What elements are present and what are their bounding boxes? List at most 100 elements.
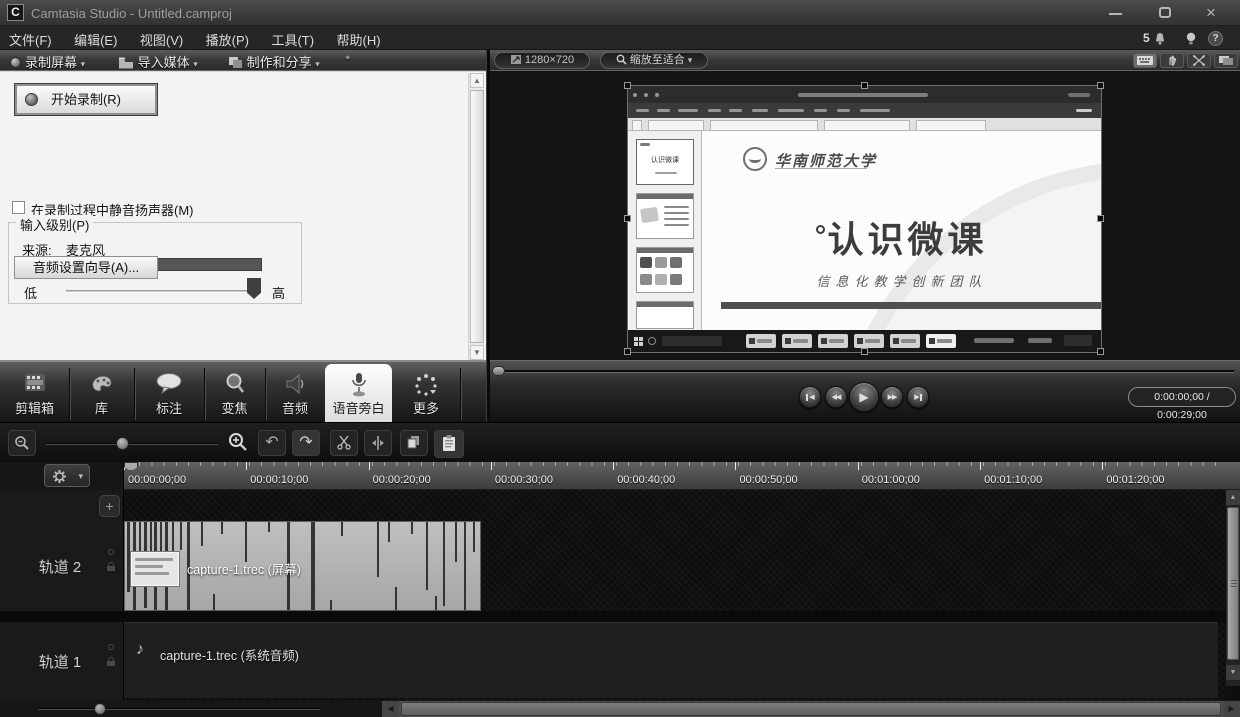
scroll-thumb[interactable] [470, 90, 484, 343]
screen-menu-row [628, 103, 1101, 118]
scroll-thumb[interactable] [1227, 507, 1239, 660]
rewind-button[interactable]: ◀◀ [825, 386, 847, 408]
handle-bottom-mid[interactable] [861, 348, 868, 355]
scroll-up-button[interactable]: ▲ [1226, 490, 1240, 505]
undo-button[interactable]: ↶ [258, 430, 286, 456]
track-2-lock-icon[interactable] [106, 562, 116, 571]
recorded-screen[interactable]: 认识微课 华南师范大学 认识微课 信息化教学创新团队 [627, 85, 1102, 353]
canvas-dimensions-field[interactable]: 1280×720 [494, 52, 590, 69]
handle-bottom-right[interactable] [1097, 348, 1104, 355]
folder-icon [119, 57, 133, 69]
detach-canvas-button[interactable] [1214, 53, 1238, 68]
input-level-legend: 输入级别(P) [16, 215, 94, 234]
ruler-label: 00:01:10;00 [980, 462, 1103, 489]
add-track-button[interactable]: + [99, 495, 120, 517]
start-record-button[interactable]: 开始录制(R) [14, 83, 158, 116]
panel-scrollbar[interactable]: ▲ ▼ [468, 73, 484, 360]
timeline-ruler[interactable]: 00:00:00;00 00:00:10;00 00:00:20;00 00:0… [124, 462, 1240, 490]
scrubber-track[interactable] [496, 370, 1234, 373]
tab-library[interactable]: 库 [69, 364, 134, 424]
audio-wizard-button[interactable]: 音频设置向导(A)... [14, 256, 158, 279]
paste-button[interactable] [434, 430, 464, 458]
handle-mid-left[interactable] [624, 215, 631, 222]
tab-clip-bin[interactable]: 剪辑箱 [0, 364, 69, 424]
track-1-visibility-icon[interactable] [106, 643, 116, 652]
track-2-clip[interactable]: capture-1.trec (屏幕) [124, 521, 481, 611]
slide-thumb-2[interactable] [636, 193, 694, 239]
handle-mid-right[interactable] [1097, 215, 1104, 222]
title-bar: C Camtasia Studio - Untitled.camproj × [0, 0, 1240, 26]
scroll-down-button[interactable]: ▼ [470, 345, 484, 360]
timeline-vertical-scrollbar[interactable]: ▲ ▼ [1226, 490, 1240, 686]
cut-button[interactable] [330, 430, 358, 456]
handle-top-left[interactable] [624, 82, 631, 89]
handle-top-mid[interactable] [861, 82, 868, 89]
produce-share-button[interactable]: 制作和分享 ▾ [228, 52, 320, 70]
menu-help[interactable]: 帮助(H) [328, 26, 390, 49]
lightbulb-icon[interactable] [1184, 31, 1198, 46]
ruler-label: 00:00:10;00 [246, 462, 369, 489]
handle-bottom-left[interactable] [624, 348, 631, 355]
previous-frame-button[interactable]: ◀ [799, 386, 821, 408]
close-button[interactable]: × [1196, 0, 1226, 24]
menu-file[interactable]: 文件(F) [0, 26, 61, 49]
timeline-zoom-slider-handle[interactable] [116, 437, 129, 450]
scroll-up-button[interactable]: ▲ [470, 73, 484, 88]
clip-thumbnail [131, 552, 179, 586]
crop-button[interactable] [1187, 53, 1211, 68]
help-icon[interactable]: ? [1208, 31, 1223, 46]
track-1-name: 轨道 1 [38, 654, 82, 671]
toolbar-overflow-dot[interactable]: ● [345, 52, 350, 69]
track-1-clip-label: capture-1.trec (系统音频) [160, 649, 299, 663]
copy-button[interactable] [400, 430, 428, 456]
track-separator [0, 611, 1240, 622]
tab-zoom[interactable]: 变焦 [204, 364, 265, 424]
maximize-button[interactable] [1150, 0, 1180, 24]
menu-edit[interactable]: 编辑(E) [65, 26, 126, 49]
scroll-thumb[interactable] [401, 702, 1221, 716]
timeline-horizontal-scrollbar[interactable]: ◀ ▶ [382, 701, 1240, 717]
canvas-grid-button[interactable] [1133, 53, 1157, 68]
track-2-visibility-icon[interactable] [106, 548, 116, 557]
menu-play[interactable]: 播放(P) [197, 26, 258, 49]
scrubber-handle[interactable] [492, 366, 505, 376]
import-media-button[interactable]: 导入媒体 ▾ [118, 52, 198, 70]
minimize-button[interactable] [1100, 0, 1130, 24]
mute-speaker-checkbox[interactable] [12, 201, 25, 214]
scroll-right-button[interactable]: ▶ [1223, 701, 1240, 717]
slide-thumb-3[interactable] [636, 247, 694, 293]
tab-callouts[interactable]: 标注 [134, 364, 204, 424]
forward-button[interactable]: ▶▶ [881, 386, 903, 408]
zoom-mode-dropdown[interactable]: 缩放至适合 ▾ [600, 52, 708, 69]
split-button[interactable] [364, 430, 392, 456]
tab-more[interactable]: 更多 [392, 364, 460, 424]
track-1-clip[interactable]: ♪ capture-1.trec (系统音频) [124, 622, 1218, 698]
ring-icon [816, 225, 826, 234]
level-slider-track[interactable] [66, 290, 250, 293]
scroll-down-button[interactable]: ▼ [1226, 665, 1240, 680]
slide-thumb-4[interactable] [636, 301, 694, 329]
bell-icon[interactable] [1153, 32, 1167, 46]
next-frame-button[interactable]: ▶ [907, 386, 929, 408]
camtasia-logo-icon: C [7, 4, 24, 21]
track-header-column: 轨道 2 轨道 1 [0, 490, 124, 700]
menu-tools[interactable]: 工具(T) [262, 26, 323, 49]
tab-voice-narration[interactable]: 语音旁白 [325, 364, 392, 424]
menu-view[interactable]: 视图(V) [131, 26, 192, 49]
track-size-slider-handle[interactable] [94, 703, 106, 715]
timeline-settings-button[interactable]: ▾ [44, 464, 90, 487]
redo-button[interactable]: ↷ [292, 430, 320, 456]
pan-button[interactable] [1160, 53, 1184, 68]
play-button[interactable]: ▶ [849, 382, 879, 412]
scroll-left-button[interactable]: ◀ [382, 701, 399, 717]
timeline-zoom-in-button[interactable] [222, 430, 254, 456]
tab-audio[interactable]: 音频 [265, 364, 325, 424]
record-screen-button[interactable]: 录制屏幕 ▾ [10, 52, 85, 70]
ruler-label: 00:00:00;00 [124, 462, 247, 489]
timeline-zoom-out-button[interactable] [8, 430, 36, 456]
slide-thumb-1[interactable]: 认识微课 [636, 139, 694, 185]
track-size-slider-track[interactable] [38, 708, 320, 710]
track-1-lock-icon[interactable] [106, 657, 116, 666]
timeline-zoom-slider-track[interactable] [46, 443, 218, 445]
handle-top-right[interactable] [1097, 82, 1104, 89]
